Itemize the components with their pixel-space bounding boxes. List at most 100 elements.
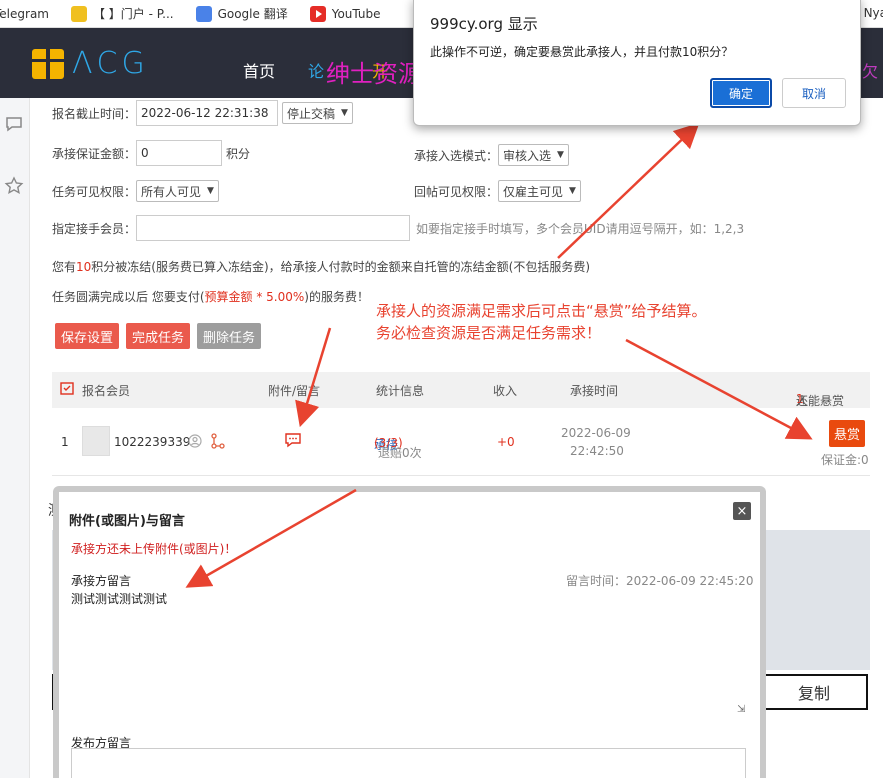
assign-row: 指定接手会员： 如要指定接手时填写，多个会员UID请用逗号隔开，如：1,2,3 xyxy=(52,215,744,241)
annotation-note: 承接人的资源满足需求后可点击“悬赏”给予结算。 务必检查资源是否满足任务需求！ xyxy=(376,300,707,344)
fee-prefix: 任务圆满完成以后 您要支付( xyxy=(52,290,205,304)
chevron-down-icon: ▼ xyxy=(207,186,214,196)
deadline-row: 报名截止时间： 2022-06-12 22:31:38 停止交稿 ▼ xyxy=(52,100,353,126)
message-time: 留言时间：2022-06-09 22:45:20 xyxy=(566,574,754,588)
nav-forum[interactable]: 论 xyxy=(308,58,324,82)
fee-notice: 任务圆满完成以后 您要支付( 预算金额 * 5.00% )的服务费！ xyxy=(52,288,369,305)
chevron-down-icon: ▼ xyxy=(341,108,348,118)
comment-icon[interactable] xyxy=(0,110,28,138)
task-visibility-label: 任务可见权限： xyxy=(52,184,137,199)
frozen-notice: 您有 10 积分被冻结(服务费已算入冻结金)，给承接人付款时的金额来自托管的冻结… xyxy=(52,258,590,275)
reply-visibility-row: 回帖可见权限： 仅雇主可见 ▼ xyxy=(414,180,581,202)
delete-task-button[interactable]: 删除任务 xyxy=(197,323,262,349)
deadline-label: 报名截止时间： xyxy=(52,106,137,121)
reply-visibility-select[interactable]: 仅雇主可见 ▼ xyxy=(498,180,581,202)
dialog-title: 999cy.org 显示 xyxy=(430,15,538,33)
accept-date: 2022-06-09 xyxy=(561,426,631,440)
deposit-label: 承接保证金额： xyxy=(52,146,137,161)
remaining-suffix: 人 xyxy=(796,394,809,408)
network-icon[interactable] xyxy=(210,433,226,452)
bookmark-telegram[interactable]: Telegram xyxy=(0,7,49,21)
deposit-input[interactable]: 0 xyxy=(136,140,223,166)
select-mode-label: 承接入选模式： xyxy=(414,148,499,163)
fee-suffix: )的服务费！ xyxy=(304,290,369,304)
col-time: 承接时间 xyxy=(570,384,619,398)
logo-text: ΛCG xyxy=(72,46,149,81)
close-icon[interactable]: × xyxy=(733,502,751,520)
bookmark-label: Telegram xyxy=(0,6,49,21)
confirm-button[interactable]: 确定 xyxy=(710,78,772,108)
task-visibility-row: 任务可见权限： 所有人可见 ▼ xyxy=(52,180,219,202)
row-index: 1 xyxy=(61,435,69,449)
col-income: 收入 xyxy=(493,384,518,398)
assign-label: 指定接手会员： xyxy=(52,221,137,236)
col-member: 报名会员 xyxy=(82,384,131,398)
save-settings-button[interactable]: 保存设置 xyxy=(55,323,120,349)
select-value: 停止交稿 xyxy=(287,106,336,121)
member-uid[interactable]: 1022239339 xyxy=(114,435,190,449)
assign-hint: 如要指定接手时填写，多个会员UID请用逗号隔开，如：1,2,3 xyxy=(416,221,745,236)
reward-button[interactable]: 悬赏 xyxy=(829,420,866,447)
frozen-suffix: 积分被冻结(服务费已算入冻结金)，给承接人付款时的金额来自托管的冻结金额(不包括… xyxy=(91,260,591,274)
action-buttons: 保存设置 完成任务 删除任务 xyxy=(55,323,268,349)
task-visibility-select[interactable]: 所有人可见 ▼ xyxy=(136,180,219,202)
income-value: +0 xyxy=(497,435,515,449)
reply-visibility-label: 回帖可见权限： xyxy=(414,184,499,199)
nav-home[interactable]: 首页 xyxy=(243,58,275,82)
avatar[interactable] xyxy=(82,426,110,456)
assign-input[interactable] xyxy=(136,215,411,241)
bookmark-label: YouTube xyxy=(331,6,381,21)
select-mode-select[interactable]: 审核入选 ▼ xyxy=(498,144,569,166)
frozen-prefix: 您有 xyxy=(52,260,77,274)
confirm-dialog: 999cy.org 显示 此操作不可逆，确定要悬赏此承接人，并且付款10积分？ … xyxy=(413,0,861,126)
gift-icon xyxy=(32,48,64,79)
chevron-down-icon: ▼ xyxy=(569,186,576,196)
deposit-unit: 积分 xyxy=(226,146,251,161)
post-message-input[interactable] xyxy=(71,748,746,778)
table-header: 报名会员 附件/留言 统计信息 收入 承接时间 还能悬赏 1 人 xyxy=(52,372,870,408)
annotation-line-2: 务必检查资源是否满足任务需求！ xyxy=(376,324,602,342)
chevron-down-icon: ▼ xyxy=(557,150,564,160)
modal-title: 附件(或图片)与留言 xyxy=(69,514,185,529)
modal-body: 附件(或图片)与留言 × 承接方还未上传附件(或图片)！ 承接方留言 留言时间：… xyxy=(59,492,760,778)
deadline-select[interactable]: 停止交稿 ▼ xyxy=(282,102,353,124)
col-attachment: 附件/留言 xyxy=(268,384,321,398)
select-value: 仅雇主可见 xyxy=(503,184,564,199)
no-attachment-notice: 承接方还未上传附件(或图片)！ xyxy=(71,542,237,556)
deposit-row: 承接保证金额： 0 积分 xyxy=(52,140,250,166)
calendar-icon xyxy=(60,381,74,398)
left-toolbar xyxy=(0,98,30,778)
user-icon[interactable] xyxy=(188,434,202,451)
nav-right-partial[interactable]: 欠 xyxy=(862,58,878,82)
frozen-amount: 10 xyxy=(76,259,92,274)
select-mode-row: 承接入选模式： 审核入选 ▼ xyxy=(414,144,569,166)
accept-time: 22:42:50 xyxy=(570,444,624,458)
complete-task-button[interactable]: 完成任务 xyxy=(126,323,191,349)
select-value: 所有人可见 xyxy=(141,184,202,199)
resize-handle-icon[interactable]: ⇲ xyxy=(737,704,745,715)
google-translate-icon xyxy=(195,5,212,22)
message-label: 承接方留言 xyxy=(71,574,132,588)
dialog-message: 此操作不可逆，确定要悬赏此承接人，并且付款10积分？ xyxy=(430,45,734,59)
bookmark-portal[interactable]: 【 】门户 - P... xyxy=(70,5,174,22)
bookmark-google-translate[interactable]: Google 翻译 xyxy=(195,5,288,22)
message-text: 测试测试测试测试 xyxy=(71,592,168,606)
cancel-button[interactable]: 取消 xyxy=(782,78,846,108)
refund-count: 退赔0次 xyxy=(378,446,422,460)
select-value: 审核入选 xyxy=(503,148,552,163)
table-row: 1 1022239339 承接 (3/3) 退赔0次 +0 2022-06-09 … xyxy=(52,410,870,476)
fee-formula: 预算金额 * 5.00% xyxy=(204,290,305,304)
deposit-status: 保证金:0 xyxy=(821,453,869,467)
message-icon[interactable] xyxy=(284,432,302,451)
bookmark-label: 【 】门户 - P... xyxy=(92,7,174,21)
site-logo[interactable]: ΛCG xyxy=(32,46,149,81)
bookmark-youtube[interactable]: YouTube xyxy=(309,5,381,22)
deadline-input[interactable]: 2022-06-12 22:31:38 xyxy=(136,100,279,126)
star-icon[interactable] xyxy=(0,172,28,200)
bookmark-partial[interactable]: Nya xyxy=(864,6,883,20)
youtube-icon xyxy=(309,5,326,22)
trophy-icon xyxy=(70,5,87,22)
copy-button[interactable]: 复制 xyxy=(760,674,868,710)
bookmark-label: Google 翻译 xyxy=(217,7,288,21)
annotation-line-1: 承接人的资源满足需求后可点击“悬赏”给予结算。 xyxy=(376,302,707,320)
